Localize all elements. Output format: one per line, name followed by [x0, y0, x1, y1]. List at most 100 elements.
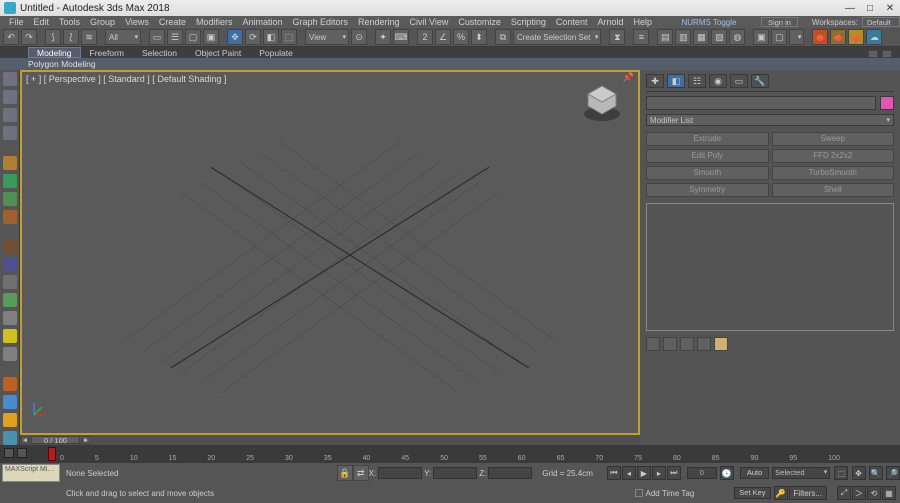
window-crossing-button[interactable]: ▣: [203, 29, 219, 45]
undo-button[interactable]: ↶: [3, 29, 19, 45]
tab-objectpaint[interactable]: Object Paint: [186, 47, 250, 58]
maxscript-listener[interactable]: MAXScript Mi…: [2, 464, 60, 482]
menu-file[interactable]: File: [4, 16, 29, 28]
trackbar-current-frame[interactable]: [48, 447, 56, 461]
ribbon-minimize-button[interactable]: [868, 50, 878, 58]
maximize-button[interactable]: □: [860, 1, 880, 15]
menu-arnold[interactable]: Arnold: [592, 16, 628, 28]
tab-selection[interactable]: Selection: [133, 47, 186, 58]
time-config-button[interactable]: 🕒: [720, 466, 734, 480]
modifier-stack[interactable]: [646, 203, 894, 331]
key-filters-button[interactable]: Filters...: [789, 486, 827, 500]
render-iterative-button[interactable]: 🫖: [830, 29, 846, 45]
crease-icon[interactable]: [3, 126, 17, 140]
menu-group[interactable]: Group: [85, 16, 120, 28]
object-color-swatch[interactable]: [880, 96, 894, 110]
pan-button[interactable]: ✥: [852, 466, 866, 480]
z-input[interactable]: [488, 467, 532, 479]
menu-tools[interactable]: Tools: [54, 16, 85, 28]
isolate-button[interactable]: ⬚: [834, 466, 848, 480]
render-frame-window-button[interactable]: ▢: [771, 29, 787, 45]
snap-spinner-button[interactable]: ⬍: [471, 29, 487, 45]
modbtn-shell[interactable]: Shell: [772, 183, 895, 197]
box-icon[interactable]: [3, 156, 17, 170]
selection-lock-button[interactable]: 🔒: [337, 465, 353, 481]
close-button[interactable]: ✕: [880, 1, 900, 15]
modifier-list-dropdown[interactable]: Modifier List: [646, 114, 894, 126]
redo-button[interactable]: ↷: [21, 29, 37, 45]
menu-customize[interactable]: Customize: [453, 16, 506, 28]
tab-utilities-icon[interactable]: 🔧: [751, 74, 769, 88]
select-rotate-button[interactable]: ⟳: [245, 29, 261, 45]
light-icon[interactable]: [3, 413, 17, 427]
menu-grapheditors[interactable]: Graph Editors: [287, 16, 353, 28]
toggle-ribbon-button[interactable]: ▥: [675, 29, 691, 45]
prev-frame-button[interactable]: ◂: [622, 466, 636, 480]
render-setup-button[interactable]: ▣: [753, 29, 769, 45]
unlink-button[interactable]: ⟅: [63, 29, 79, 45]
layers-icon[interactable]: [3, 90, 17, 104]
rectangle-icon[interactable]: [3, 395, 17, 409]
menu-civilview[interactable]: Civil View: [405, 16, 454, 28]
select-by-name-button[interactable]: ☰: [167, 29, 183, 45]
zoom-button[interactable]: 🔍: [869, 466, 883, 480]
select-move-button[interactable]: ✥: [227, 29, 243, 45]
menu-rendering[interactable]: Rendering: [353, 16, 405, 28]
named-selection-dropdown[interactable]: Create Selection Set: [513, 29, 601, 45]
selection-filter-dropdown[interactable]: All: [105, 29, 141, 45]
signin-button[interactable]: Sign in: [761, 17, 798, 27]
select-manipulate-button[interactable]: ✦: [375, 29, 391, 45]
trackbar-filter-button[interactable]: [17, 448, 27, 458]
timeslider-knob[interactable]: 0 / 100: [31, 436, 80, 444]
modbtn-smooth[interactable]: Smooth: [646, 166, 769, 180]
keyboard-shortcut-override-button[interactable]: ⌨: [393, 29, 409, 45]
goto-end-button[interactable]: ⏭: [667, 466, 681, 480]
select-region-button[interactable]: ▢: [185, 29, 201, 45]
torus-icon[interactable]: [3, 210, 17, 224]
render-production-button[interactable]: 🫖: [812, 29, 828, 45]
stack-remove-button[interactable]: [697, 337, 711, 351]
render-cloud-button[interactable]: ☁: [866, 29, 882, 45]
tab-create-icon[interactable]: ✚: [646, 74, 664, 88]
render-target-dropdown[interactable]: [789, 29, 804, 45]
schematic-view-button[interactable]: ▧: [711, 29, 727, 45]
workspaces-dropdown[interactable]: Default: [862, 17, 900, 27]
modbtn-editpoly[interactable]: Edit Poly: [646, 149, 769, 163]
stack-unique-button[interactable]: [680, 337, 694, 351]
goto-start-button[interactable]: ⏮: [607, 466, 621, 480]
menu-content[interactable]: Content: [551, 16, 593, 28]
stack-showresult-button[interactable]: [663, 337, 677, 351]
menu-animation[interactable]: Animation: [237, 16, 287, 28]
object-name-input[interactable]: [646, 96, 876, 110]
sceneexplorer-icon[interactable]: [3, 108, 17, 122]
edit-named-selection-button[interactable]: ⧉: [495, 29, 511, 45]
modbtn-symmetry[interactable]: Symmetry: [646, 183, 769, 197]
tab-display-icon[interactable]: ▭: [730, 74, 748, 88]
add-time-tag-checkbox[interactable]: [635, 489, 643, 497]
track-bar[interactable]: 0510 152025 303540 455055 606570 758085 …: [0, 445, 900, 463]
menu-help[interactable]: Help: [628, 16, 657, 28]
setkey-button[interactable]: Set Key: [734, 487, 770, 499]
textplus-icon[interactable]: [3, 347, 17, 361]
cone-icon[interactable]: [3, 174, 17, 188]
camera-icon[interactable]: [3, 431, 17, 445]
mirror-button[interactable]: ⧗: [609, 29, 625, 45]
maximize-viewport-button[interactable]: ▦: [882, 486, 896, 500]
next-frame-button[interactable]: ▸: [652, 466, 666, 480]
zoom-region-button[interactable]: 🔎: [886, 466, 900, 480]
select-scale-button[interactable]: ◧: [263, 29, 279, 45]
autokey-button[interactable]: Auto: [740, 467, 769, 479]
tab-populate[interactable]: Populate: [250, 47, 302, 58]
modbtn-ffd[interactable]: FFD 2x2x2: [772, 149, 895, 163]
layer-explorer-button[interactable]: ▤: [657, 29, 673, 45]
menu-scripting[interactable]: Scripting: [506, 16, 551, 28]
zoom-extents-button[interactable]: ⤢: [837, 486, 851, 500]
line-icon[interactable]: [3, 377, 17, 391]
menu-modifiers[interactable]: Modifiers: [191, 16, 238, 28]
tab-freeform[interactable]: Freeform: [81, 47, 133, 58]
play-button[interactable]: ▶: [637, 466, 651, 480]
viewcube[interactable]: [580, 80, 624, 124]
modbtn-sweep[interactable]: Sweep: [772, 132, 895, 146]
orbit-button[interactable]: ⟲: [867, 486, 881, 500]
add-time-tag-label[interactable]: Add Time Tag: [646, 489, 695, 498]
